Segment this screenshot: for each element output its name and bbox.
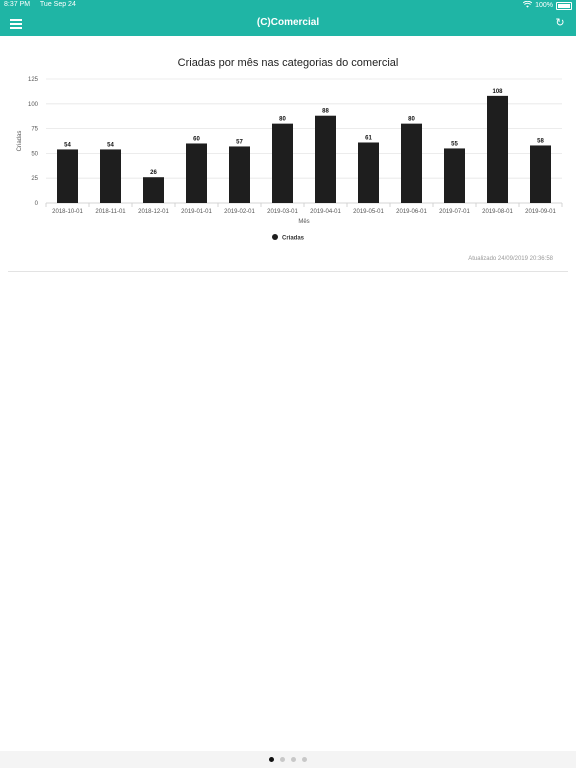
bar bbox=[100, 149, 121, 203]
data-label: 80 bbox=[279, 117, 286, 123]
x-tick-label: 2018-11-01 bbox=[95, 209, 126, 215]
data-label: 57 bbox=[236, 139, 243, 145]
page-dot[interactable] bbox=[291, 757, 296, 762]
bar bbox=[272, 123, 293, 203]
x-tick-label: 2019-03-01 bbox=[267, 209, 298, 215]
y-axis-label: Criadas bbox=[17, 131, 23, 152]
x-tick-label: 2018-12-01 bbox=[138, 209, 169, 215]
wifi-icon bbox=[522, 0, 533, 10]
page-indicator[interactable] bbox=[0, 751, 576, 768]
x-tick-label: 2019-06-01 bbox=[396, 209, 427, 215]
bar bbox=[57, 149, 78, 203]
x-tick-label: 2019-04-01 bbox=[310, 209, 341, 215]
bar-chart: 0 25 50 75 100 125 Criadas 54 2018-10-01 54 2018-1… bbox=[17, 77, 563, 242]
x-tick-label: 2018-10-01 bbox=[52, 209, 83, 215]
page-dot[interactable] bbox=[302, 757, 307, 762]
data-label: 60 bbox=[193, 136, 200, 142]
x-tick-label: 2019-09-01 bbox=[525, 209, 556, 215]
x-tick-label: 2019-05-01 bbox=[353, 209, 384, 215]
refresh-icon[interactable]: ↻ bbox=[554, 17, 566, 29]
y-tick-label: 50 bbox=[31, 151, 38, 157]
y-tick-label: 75 bbox=[31, 127, 38, 133]
x-axis-label: Mês bbox=[298, 219, 309, 225]
y-tick-label: 0 bbox=[35, 201, 39, 207]
x-tick-label: 2019-07-01 bbox=[439, 209, 470, 215]
bar bbox=[315, 115, 336, 203]
data-label: 88 bbox=[322, 109, 329, 115]
data-label: 54 bbox=[64, 142, 71, 148]
bar bbox=[186, 143, 207, 203]
bar bbox=[143, 177, 164, 203]
data-label: 58 bbox=[537, 138, 544, 144]
bar bbox=[401, 123, 422, 203]
bar bbox=[530, 145, 551, 203]
data-label: 108 bbox=[492, 89, 503, 95]
battery-percent: 100% bbox=[535, 2, 553, 9]
data-label: 54 bbox=[107, 142, 114, 148]
app-title: (C)Comercial bbox=[256, 17, 320, 28]
x-tick-label: 2019-01-01 bbox=[181, 209, 212, 215]
page-dot[interactable] bbox=[269, 757, 274, 762]
chart-title: Criadas por mês nas categorias do comerc… bbox=[177, 57, 399, 69]
divider bbox=[8, 271, 568, 272]
app-bar: (C)Comercial ↻ bbox=[0, 12, 576, 36]
bar bbox=[358, 142, 379, 203]
status-bar: 8:37 PM Tue Sep 24 100% bbox=[0, 0, 576, 12]
last-updated-text: Atualizado 24/09/2019 20:36:58 bbox=[468, 256, 553, 262]
data-label: 26 bbox=[150, 170, 157, 176]
data-label: 61 bbox=[365, 135, 372, 141]
battery-icon bbox=[556, 1, 572, 10]
status-time: 8:37 PM bbox=[4, 1, 31, 8]
page-dot[interactable] bbox=[280, 757, 285, 762]
data-label: 80 bbox=[408, 117, 415, 123]
x-tick-label: 2019-02-01 bbox=[224, 209, 255, 215]
bar bbox=[229, 146, 250, 203]
data-label: 55 bbox=[451, 141, 458, 147]
x-tick-label: 2019-08-01 bbox=[482, 209, 513, 215]
legend-marker bbox=[272, 234, 278, 240]
y-tick-label: 25 bbox=[31, 176, 38, 182]
bar bbox=[444, 148, 465, 203]
status-date: Tue Sep 24 bbox=[39, 1, 76, 8]
bar bbox=[487, 95, 508, 203]
y-tick-label: 125 bbox=[28, 77, 39, 83]
legend-label: Criadas bbox=[282, 236, 305, 242]
y-tick-label: 100 bbox=[28, 102, 39, 108]
